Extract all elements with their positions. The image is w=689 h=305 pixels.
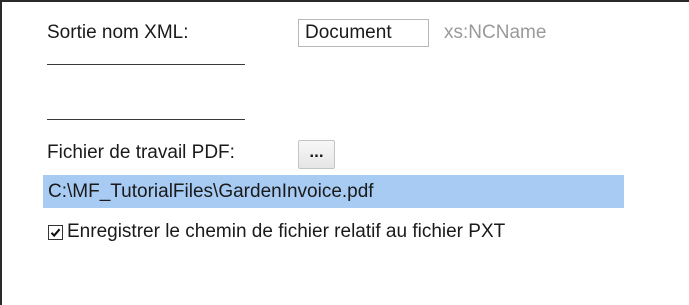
- relative-path-checkbox-row[interactable]: Enregistrer le chemin de fichier relatif…: [48, 221, 505, 243]
- pdf-path-field[interactable]: C:\MF_TutorialFiles\GardenInvoice.pdf: [43, 175, 624, 208]
- xml-output-name-field[interactable]: Document: [298, 19, 429, 47]
- divider-line: [47, 119, 245, 120]
- pdf-working-file-label: Fichier de travail PDF:: [47, 142, 235, 163]
- relative-path-checkbox[interactable]: [48, 224, 63, 240]
- relative-path-checkbox-label: Enregistrer le chemin de fichier relatif…: [67, 221, 506, 242]
- xml-output-label: Sortie nom XML:: [47, 22, 189, 43]
- xml-output-type-hint: xs:NCName: [444, 22, 547, 43]
- divider-line: [47, 64, 245, 65]
- checkmark-icon: [50, 228, 61, 237]
- browse-button[interactable]: ...: [298, 140, 335, 169]
- pdf-settings-panel: Sortie nom XML: Document xs:NCName Fichi…: [0, 0, 689, 305]
